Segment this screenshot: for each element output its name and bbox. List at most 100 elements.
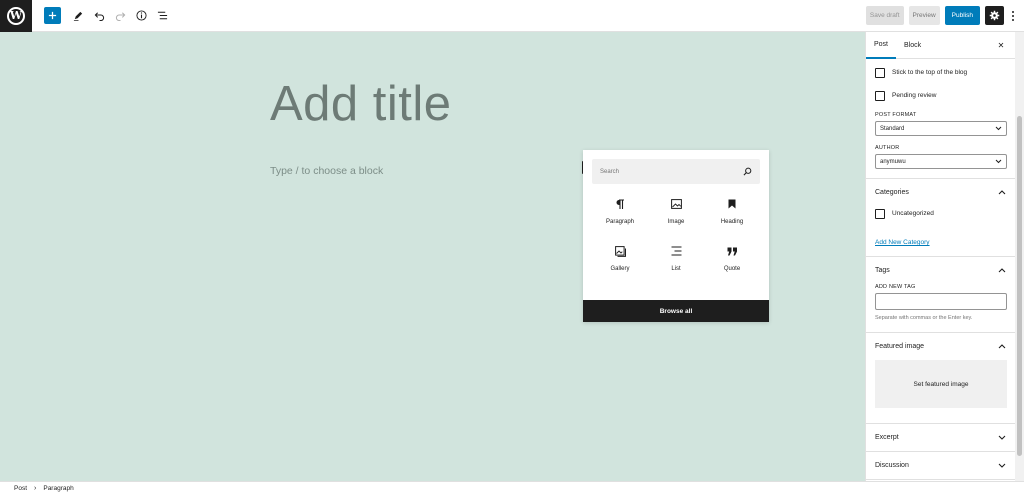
pending-label: Pending review <box>892 92 937 99</box>
block-heading[interactable]: Heading <box>704 198 760 225</box>
block-gallery[interactable]: Gallery <box>592 245 648 272</box>
undo-icon <box>94 12 104 21</box>
publish-button[interactable]: Publish <box>944 6 980 25</box>
featured-image-panel: Featured image Set featured image <box>866 333 1015 424</box>
panel-title: Excerpt <box>875 434 899 441</box>
scrollbar-thumb[interactable] <box>1017 116 1022 456</box>
post-title-input[interactable]: Add title <box>270 76 452 132</box>
block-inserter-popover: Search Paragraph Image Heading Gallery L… <box>583 150 769 322</box>
redo-button[interactable] <box>111 7 129 25</box>
settings-button[interactable] <box>985 6 1004 25</box>
sticky-checkbox[interactable] <box>875 67 885 78</box>
options-menu-button[interactable] <box>1008 6 1018 25</box>
gear-icon <box>989 10 1000 21</box>
sticky-label: Stick to the top of the blog <box>892 69 968 76</box>
block-paragraph[interactable]: Paragraph <box>592 198 648 225</box>
post-format-label: POST FORMAT <box>875 112 917 118</box>
browse-all-button[interactable]: Browse all <box>583 300 769 322</box>
close-icon[interactable]: ✕ <box>997 41 1005 50</box>
breadcrumb-paragraph[interactable]: Paragraph <box>43 485 73 492</box>
breadcrumb-post[interactable]: Post <box>14 485 27 492</box>
block-search-input[interactable]: Search <box>592 159 760 184</box>
block-quote[interactable]: Quote <box>704 245 760 272</box>
heading-bookmark-icon <box>726 198 738 210</box>
tab-post[interactable]: Post <box>866 32 897 59</box>
tags-panel: Tags ADD NEW TAG Separate with commas or… <box>866 257 1015 333</box>
panel-title: Discussion <box>875 462 909 469</box>
paragraph-icon <box>614 198 626 210</box>
chevron-down-icon <box>995 158 1002 165</box>
author-select[interactable]: anymuwu <box>875 154 1007 169</box>
panel-title: Tags <box>875 267 890 274</box>
chevron-down-icon <box>997 433 1006 442</box>
featured-image-panel-toggle[interactable]: Featured image <box>875 333 1006 360</box>
block-breadcrumb: Post › Paragraph <box>0 481 1024 495</box>
tags-help-text: Separate with commas or the Enter key. <box>875 315 973 321</box>
sidebar-scrollbar[interactable] <box>1015 32 1024 481</box>
list-view-icon <box>157 11 167 20</box>
sticky-option[interactable]: Stick to the top of the blog <box>875 61 1006 84</box>
add-tag-label: ADD NEW TAG <box>875 284 916 290</box>
add-block-button[interactable] <box>44 7 61 24</box>
wordpress-logo-button[interactable]: W <box>0 0 32 32</box>
pending-option[interactable]: Pending review <box>875 84 1006 107</box>
chevron-right-icon: › <box>34 485 37 492</box>
set-featured-image-button[interactable]: Set featured image <box>875 360 1007 408</box>
settings-sidebar: Post Block ✕ Stick to the top of the blo… <box>865 32 1015 481</box>
excerpt-panel-toggle[interactable]: Excerpt <box>875 424 1006 451</box>
add-tag-input[interactable] <box>875 293 1007 310</box>
chevron-down-icon <box>997 461 1006 470</box>
search-icon <box>742 167 752 177</box>
excerpt-panel: Excerpt <box>866 424 1015 452</box>
editor-toolbar: W Save draft Preview Publish <box>0 0 1024 32</box>
categories-panel-toggle[interactable]: Categories <box>875 179 1006 206</box>
add-category-row: Add New Category <box>875 231 1006 249</box>
details-button[interactable] <box>132 7 150 25</box>
edit-mode-button[interactable] <box>69 7 87 25</box>
tab-block[interactable]: Block <box>896 32 929 59</box>
block-label: Quote <box>723 266 741 272</box>
block-label: Heading <box>720 219 744 225</box>
list-icon <box>670 245 682 257</box>
chevron-up-icon <box>997 342 1006 351</box>
status-panel: Stick to the top of the blog Pending rev… <box>866 61 1015 179</box>
block-image[interactable]: Image <box>648 198 704 225</box>
gallery-icon <box>614 245 626 257</box>
plus-icon <box>48 11 57 20</box>
chevron-up-icon <box>997 266 1006 275</box>
block-label: List <box>671 266 681 272</box>
vertical-ellipsis-icon <box>1012 10 1014 21</box>
preview-button[interactable]: Preview <box>908 6 940 25</box>
author-label: AUTHOR <box>875 145 900 151</box>
category-option[interactable]: Uncategorized <box>875 206 1006 221</box>
chevron-down-icon <box>995 125 1002 132</box>
author-value: anymuwu <box>880 158 906 165</box>
list-view-button[interactable] <box>153 7 171 25</box>
post-format-select[interactable]: Standard <box>875 121 1007 136</box>
category-label: Uncategorized <box>892 210 934 217</box>
block-placeholder[interactable]: Type / to choose a block <box>270 165 383 177</box>
block-label: Paragraph <box>605 219 635 225</box>
pencil-icon <box>73 11 82 21</box>
block-list[interactable]: List <box>648 245 704 272</box>
discussion-panel-toggle[interactable]: Discussion <box>875 452 1006 479</box>
categories-panel: Categories Uncategorized Add New Categor… <box>866 179 1015 257</box>
undo-button[interactable] <box>90 7 108 25</box>
block-grid: Paragraph Image Heading Gallery List Quo… <box>592 198 760 272</box>
search-placeholder: Search <box>600 168 620 175</box>
tags-panel-toggle[interactable]: Tags <box>875 257 1006 284</box>
quote-icon <box>726 245 738 257</box>
block-label: Image <box>667 219 685 225</box>
add-new-category-link[interactable]: Add New Category <box>875 239 930 246</box>
category-checkbox[interactable] <box>875 208 885 219</box>
chevron-up-icon <box>997 188 1006 197</box>
panel-title: Categories <box>875 189 909 196</box>
wordpress-logo-icon: W <box>7 6 25 25</box>
info-icon <box>135 10 147 21</box>
sidebar-tabs: Post Block ✕ <box>866 32 1015 59</box>
redo-icon <box>115 12 125 21</box>
pending-checkbox[interactable] <box>875 90 885 101</box>
save-draft-button[interactable]: Save draft <box>865 6 904 25</box>
discussion-panel: Discussion <box>866 452 1015 480</box>
panel-title: Featured image <box>875 343 925 350</box>
